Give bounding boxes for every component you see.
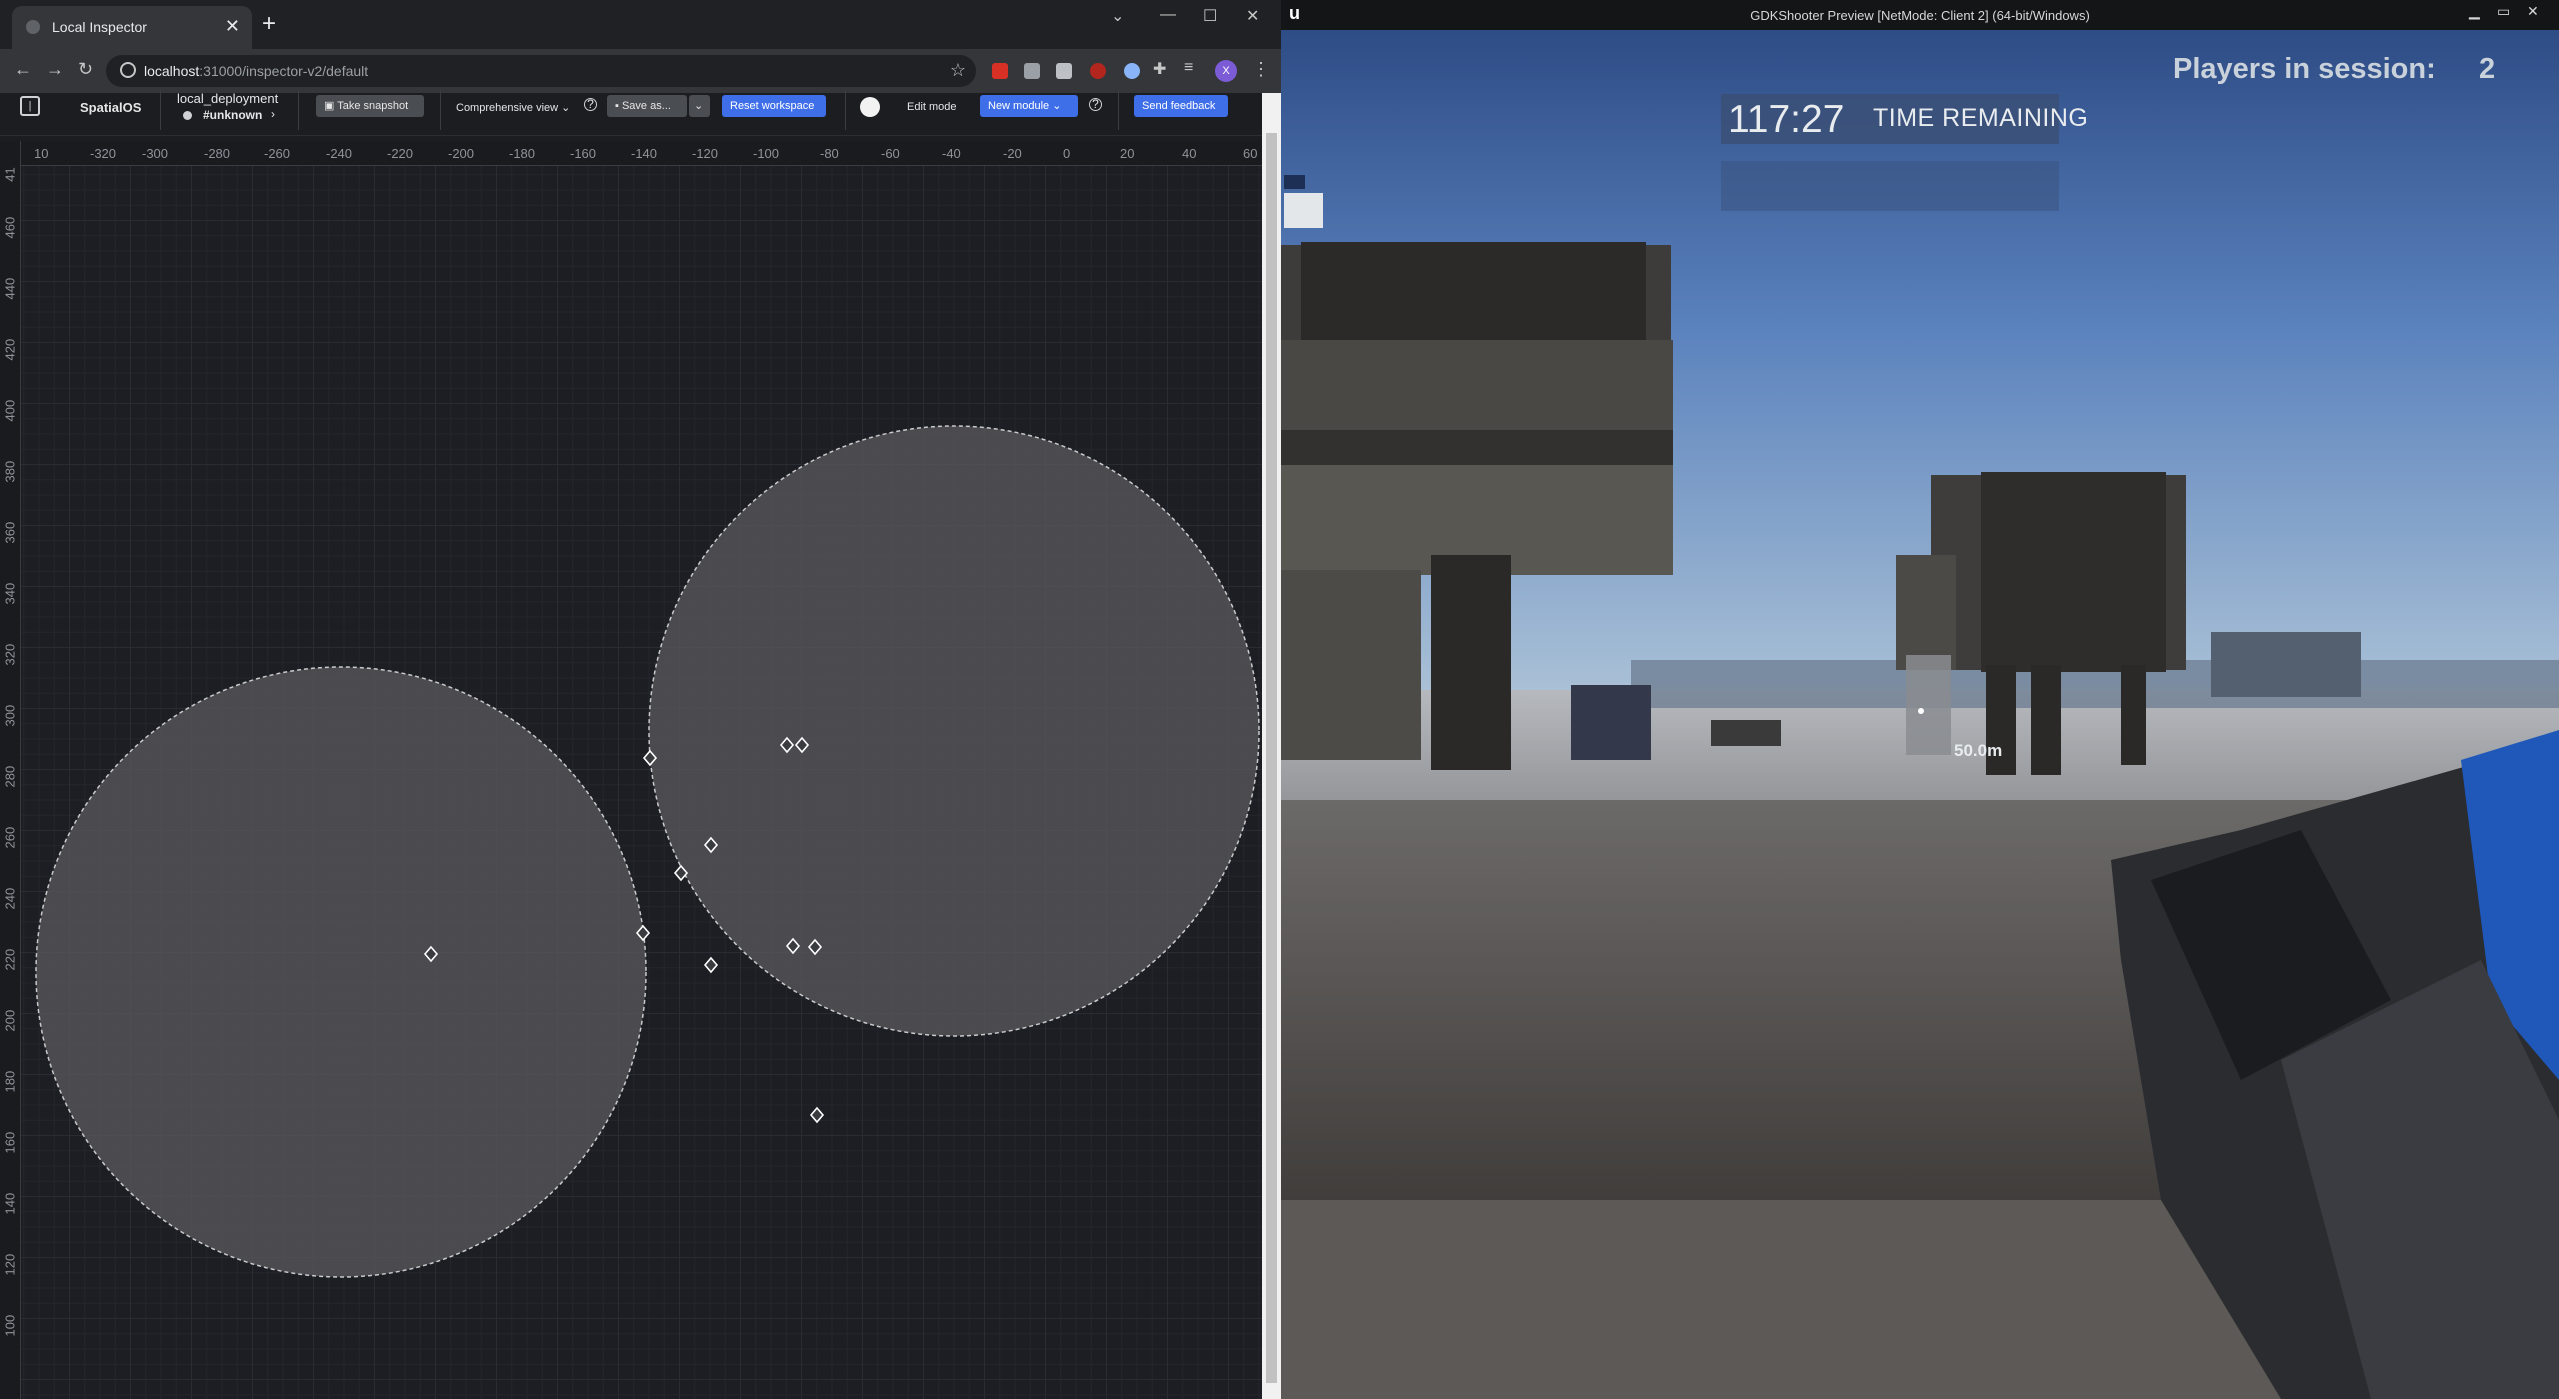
- x-tick-label: -100: [753, 146, 780, 161]
- distance-marker: 50.0m: [1954, 741, 2003, 760]
- y-tick-label: 180: [2, 1070, 18, 1093]
- y-tick-label: 100: [2, 1314, 18, 1337]
- x-tick-label: -260: [264, 146, 291, 161]
- x-tick-label: 20: [1120, 146, 1135, 161]
- browser-window: Local Inspector ✕ + ⌄ — ☐ ✕ ← → ↻ localh…: [0, 0, 1281, 1399]
- y-tick-label: 460: [2, 216, 18, 239]
- x-tick-label: 60: [1243, 146, 1258, 161]
- y-tick-label: 420: [2, 338, 18, 361]
- game-titlebar: u GDKShooter Preview [NetMode: Client 2]…: [1281, 0, 2559, 30]
- entity-marker[interactable]: [809, 1106, 825, 1124]
- side-panel-tab[interactable]: [1284, 175, 1305, 189]
- minimize-icon[interactable]: ▁: [2469, 3, 2480, 20]
- x-tick-label: -320: [90, 146, 117, 161]
- entity-overlay: [35, 425, 1260, 1278]
- entity-marker[interactable]: [703, 956, 719, 974]
- y-tick-label: 320: [2, 643, 18, 666]
- x-tick-label: -180: [509, 146, 536, 161]
- hud-secondary-panel: [1721, 161, 2059, 211]
- x-tick-label: 40: [1182, 146, 1197, 161]
- x-tick-label: -40: [942, 146, 961, 161]
- maximize-icon[interactable]: ▭: [2497, 3, 2510, 20]
- game-window-title: GDKShooter Preview [NetMode: Client 2] (…: [1750, 8, 2090, 23]
- close-window-icon[interactable]: ✕: [2527, 3, 2539, 20]
- side-panel-tab[interactable]: [1284, 193, 1323, 228]
- players-count: 2: [2479, 53, 2496, 85]
- page-scrollbar[interactable]: [1262, 93, 1281, 1399]
- x-tick-label: -80: [820, 146, 839, 161]
- x-tick-label: -20: [1003, 146, 1022, 161]
- game-window: u GDKShooter Preview [NetMode: Client 2]…: [1281, 0, 2559, 1399]
- y-tick-label: 200: [2, 1009, 18, 1032]
- x-tick-label: -300: [142, 146, 169, 161]
- worker-interest-region[interactable]: [648, 425, 1260, 1037]
- y-tick-label: 400: [2, 399, 18, 422]
- y-tick-label: 41: [2, 167, 18, 182]
- x-tick-label: -280: [204, 146, 231, 161]
- y-tick-label: 260: [2, 826, 18, 849]
- x-tick-label: -140: [631, 146, 658, 161]
- timer-value: 117:27: [1728, 98, 1845, 141]
- x-tick-label: -200: [448, 146, 475, 161]
- y-axis-ruler: 41 460 440 420 400 380 360 340 320 300 2…: [0, 141, 21, 1399]
- x-tick-label: -120: [692, 146, 719, 161]
- x-axis-ruler: 10 -320 -300 -280 -260 -240 -220 -200 -1…: [0, 141, 1262, 166]
- y-tick-label: 120: [2, 1253, 18, 1276]
- y-tick-label: 440: [2, 277, 18, 300]
- y-tick-label: 360: [2, 521, 18, 544]
- y-tick-label: 280: [2, 765, 18, 788]
- y-tick-label: 240: [2, 887, 18, 910]
- x-tick-label: -160: [570, 146, 597, 161]
- y-tick-label: 300: [2, 704, 18, 727]
- y-tick-label: 160: [2, 1131, 18, 1154]
- y-tick-label: 340: [2, 582, 18, 605]
- x-tick-label: 0: [1063, 146, 1071, 161]
- scrollbar-thumb[interactable]: [1266, 133, 1277, 1383]
- worker-interest-region[interactable]: [35, 666, 647, 1278]
- y-tick-label: 380: [2, 460, 18, 483]
- y-tick-label: 220: [2, 948, 18, 971]
- time-remaining-label: TIME REMAINING: [1873, 104, 2089, 132]
- x-tick-label: -220: [387, 146, 414, 161]
- y-tick-label: 140: [2, 1192, 18, 1215]
- x-tick-label: -240: [326, 146, 353, 161]
- players-in-session-label: Players in session:: [2173, 53, 2436, 85]
- x-tick-label: 10: [34, 146, 49, 161]
- x-tick-label: -60: [881, 146, 900, 161]
